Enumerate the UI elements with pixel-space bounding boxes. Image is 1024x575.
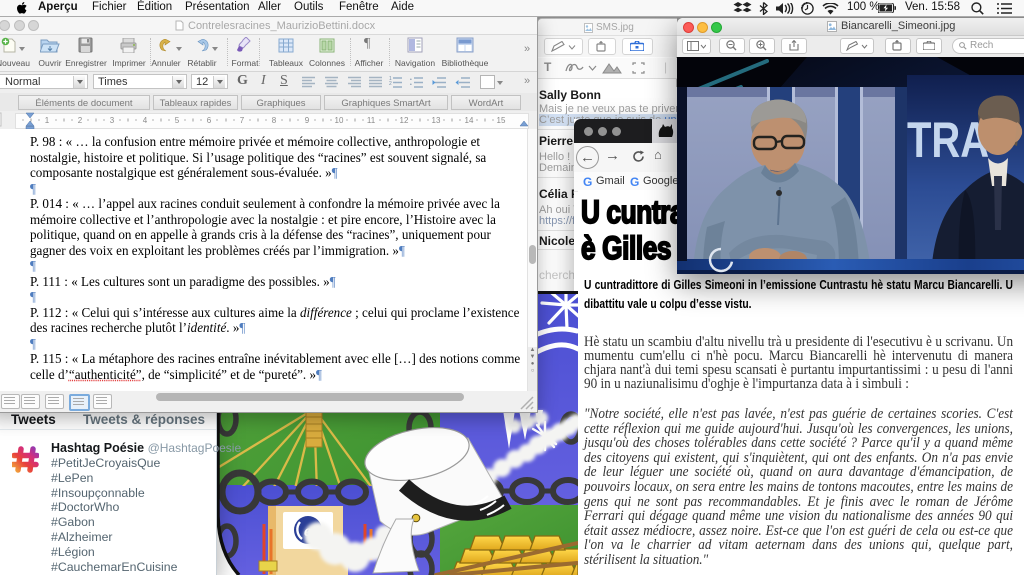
- svg-text:15: 15: [497, 116, 506, 125]
- svg-text:13: 13: [432, 116, 441, 125]
- svg-text:2: 2: [78, 116, 83, 125]
- svg-text:7: 7: [240, 116, 245, 125]
- svg-text:TRA: TRA: [907, 112, 989, 168]
- svg-text:8: 8: [272, 116, 277, 125]
- svg-text:5: 5: [175, 116, 180, 125]
- svg-text:9: 9: [305, 116, 310, 125]
- svg-text:14: 14: [465, 116, 474, 125]
- svg-text:11: 11: [367, 116, 376, 125]
- svg-text:3: 3: [110, 116, 115, 125]
- svg-text:6: 6: [207, 116, 212, 125]
- svg-text:4: 4: [143, 116, 148, 125]
- svg-text:1: 1: [45, 116, 50, 125]
- svg-text:10: 10: [335, 116, 344, 125]
- svg-text:2: 2: [389, 81, 392, 87]
- svg-text:•: •: [410, 82, 412, 88]
- svg-text:12: 12: [400, 116, 409, 125]
